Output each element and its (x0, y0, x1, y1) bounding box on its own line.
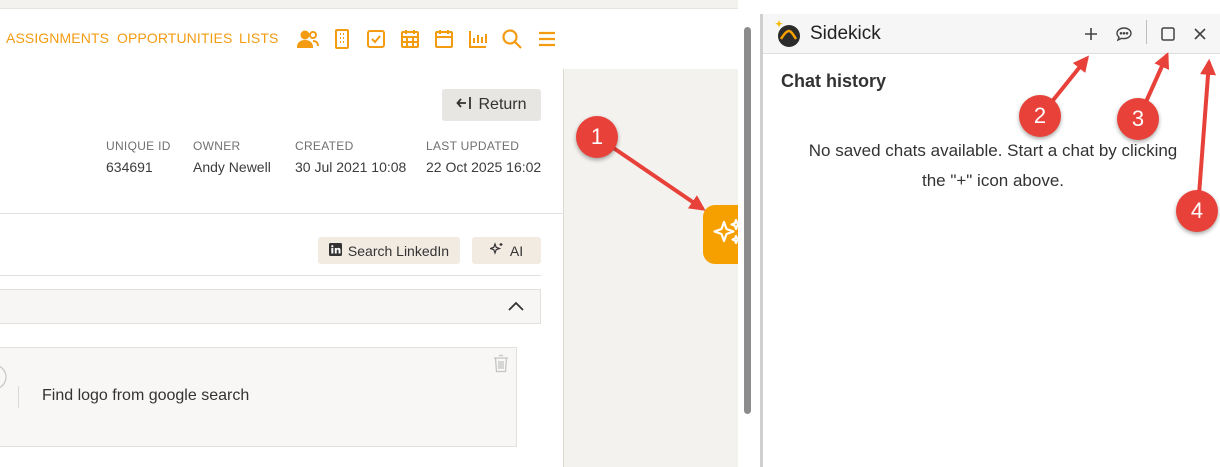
maximize-square-icon[interactable] (1158, 24, 1178, 44)
linkedin-icon (328, 242, 342, 259)
chat-bubble-icon[interactable] (1114, 24, 1134, 44)
menu-icon[interactable] (535, 27, 559, 51)
sparkle-icon (488, 242, 504, 259)
search-linkedin-label: Search LinkedIn (347, 242, 450, 259)
meta-value-owner: Andy Newell (193, 159, 271, 175)
sidekick-title: Sidekick (810, 23, 881, 44)
top-navigation-bar: ASSIGNMENTS OPPORTUNITIES LISTS (0, 8, 738, 69)
nav-lists[interactable]: LISTS (239, 30, 278, 46)
return-arrow-icon (456, 96, 472, 115)
close-icon[interactable] (1190, 24, 1210, 44)
chips-divider (0, 275, 541, 276)
reports-icon[interactable] (466, 27, 490, 51)
callout-badge-2: 2 (1019, 95, 1061, 137)
callout-badge-4: 4 (1176, 190, 1218, 232)
ai-button-label: AI (509, 242, 524, 259)
header-divider (0, 213, 564, 214)
meta-value-unique-id: 634691 (106, 159, 153, 175)
callout-badge-1: 1 (576, 116, 618, 158)
chevron-up-icon[interactable] (507, 299, 525, 318)
meta-label-created: CREATED (295, 139, 354, 153)
calendar-grid-icon[interactable] (398, 27, 422, 51)
task-checkbox-icon[interactable] (0, 362, 8, 397)
return-button-label: Return (478, 96, 527, 113)
chat-history-title: Chat history (781, 71, 887, 91)
task-text: Find logo from google search (42, 387, 250, 404)
collapsible-section-header[interactable] (0, 289, 541, 324)
meta-label-last-updated: LAST UPDATED (426, 139, 520, 153)
search-icon[interactable] (500, 27, 524, 51)
return-button[interactable]: Return (442, 89, 541, 121)
callout-badge-3: 3 (1117, 98, 1159, 140)
calendar-icon[interactable] (432, 27, 456, 51)
sidekick-panel: Sidekick Chat history No saved chats ava… (763, 14, 1220, 467)
meta-value-last-updated: 22 Oct 2025 16:02 (426, 159, 542, 175)
header-separator (1146, 20, 1147, 44)
sidekick-logo-icon (773, 18, 803, 53)
meta-label-unique-id: UNIQUE ID (106, 139, 171, 153)
empty-chats-message: No saved chats available. Start a chat b… (808, 141, 1178, 190)
ai-button[interactable]: AI (472, 237, 541, 264)
contacts-icon[interactable] (296, 27, 320, 51)
trash-icon[interactable] (493, 354, 509, 378)
company-icon[interactable] (330, 27, 354, 51)
sidekick-header: Sidekick (763, 14, 1220, 54)
search-linkedin-button[interactable]: Search LinkedIn (318, 237, 460, 264)
scrollbar-thumb[interactable] (744, 27, 751, 414)
nav-opportunities[interactable]: OPPORTUNITIES (117, 30, 232, 46)
task-separator (18, 386, 19, 408)
record-card: Return UNIQUE ID 634691 OWNER Andy Newel… (0, 69, 564, 467)
new-chat-plus-icon[interactable] (1081, 24, 1101, 44)
nav-assignments[interactable]: ASSIGNMENTS (6, 30, 109, 46)
tasks-icon[interactable] (364, 27, 388, 51)
meta-value-created: 30 Jul 2021 10:08 (295, 159, 407, 175)
meta-label-owner: OWNER (193, 139, 241, 153)
